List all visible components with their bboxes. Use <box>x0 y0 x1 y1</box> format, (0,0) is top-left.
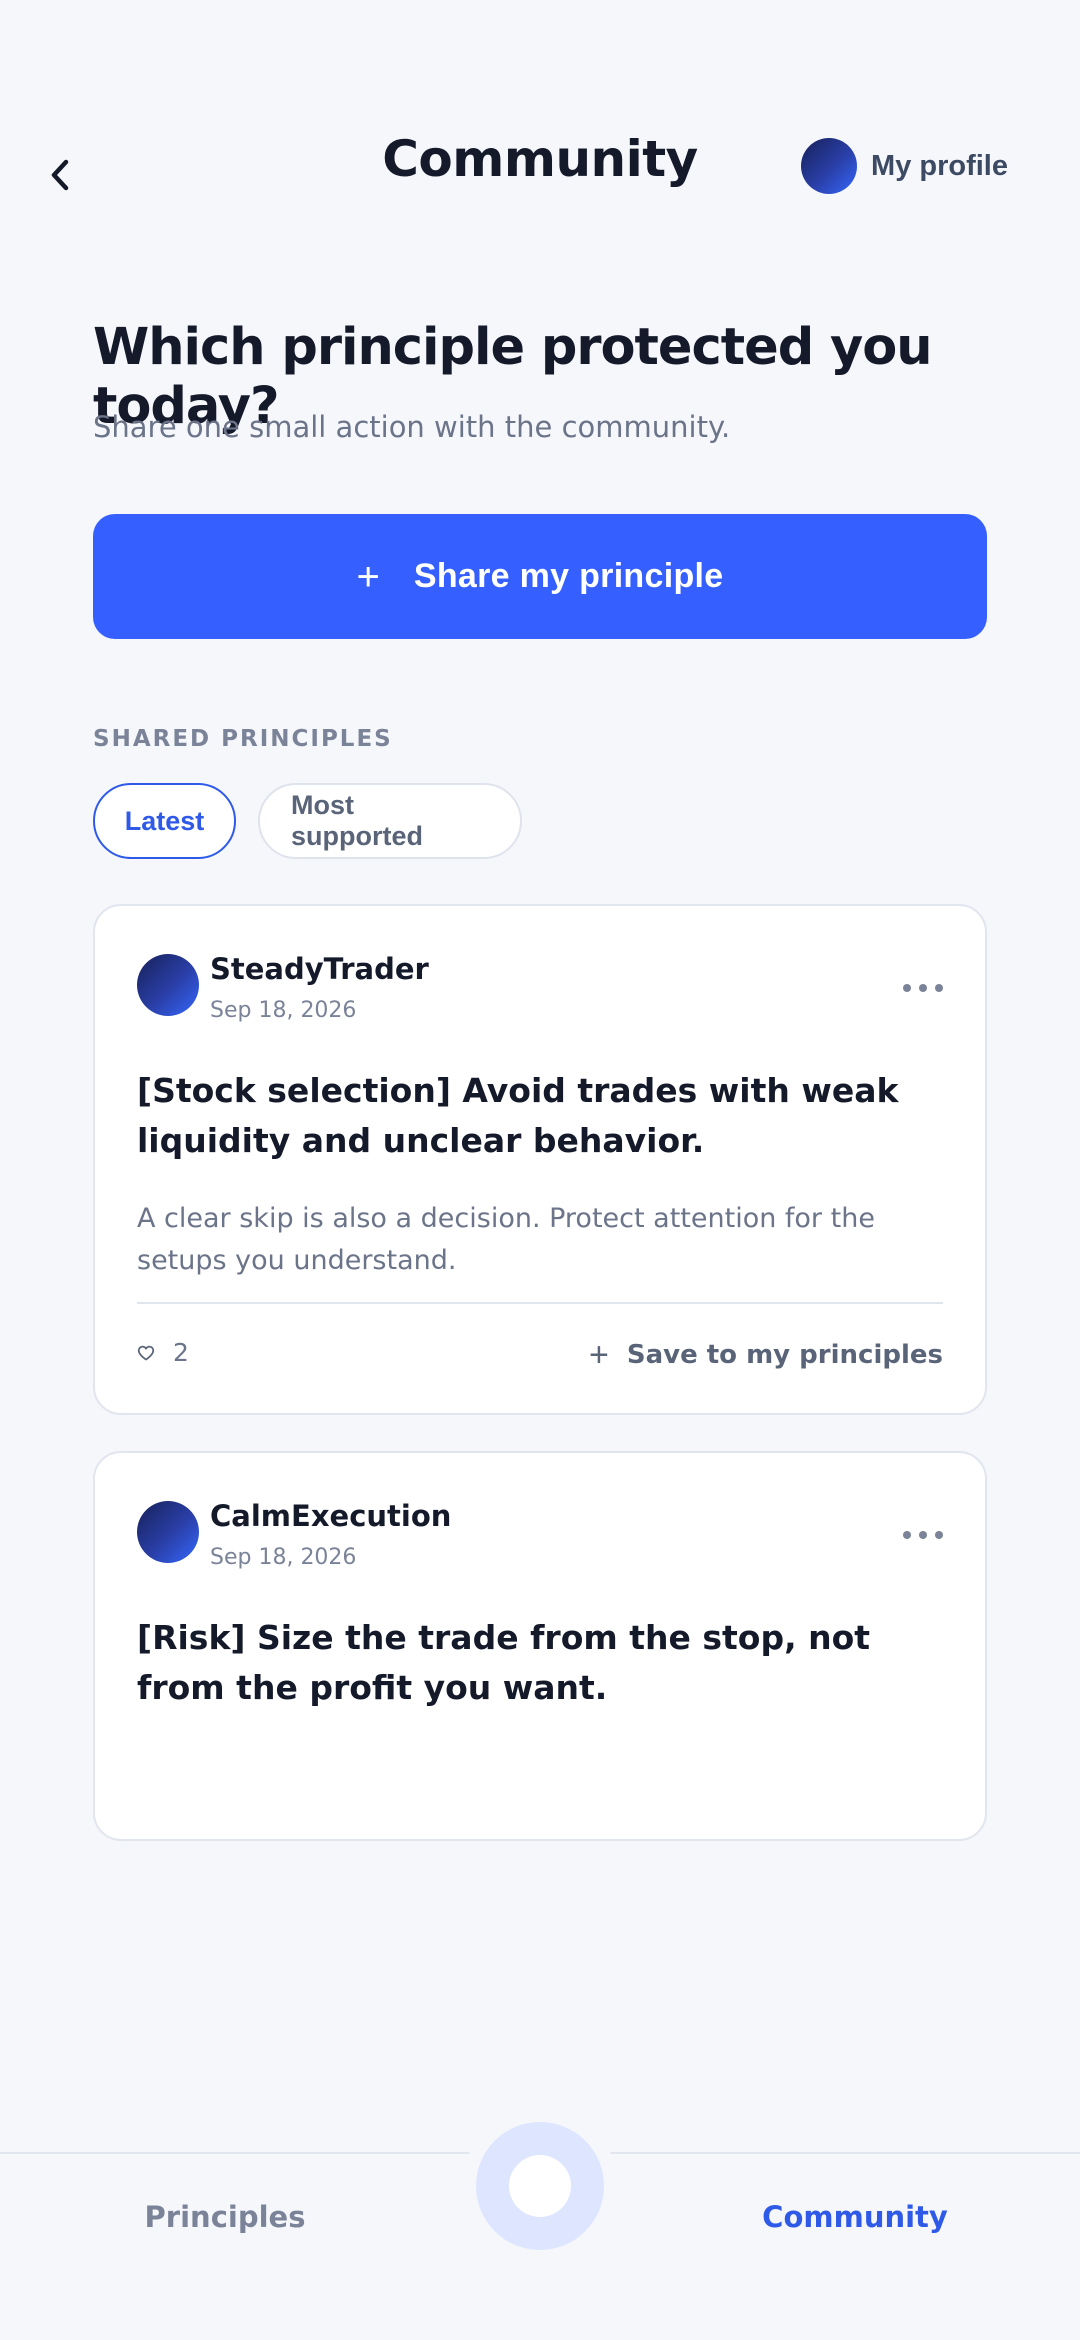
plus-icon: + <box>356 554 380 599</box>
hero-subtitle: Share one small action with the communit… <box>93 410 731 444</box>
divider <box>137 1302 943 1304</box>
avatar <box>137 954 199 1016</box>
more-options-icon[interactable] <box>903 1527 943 1543</box>
nav-principles[interactable]: Principles <box>75 2200 375 2234</box>
filter-tabs: Latest Most supported <box>93 783 522 859</box>
community-screen: Community My profile Which principle pro… <box>0 0 1080 2340</box>
save-label: Save to my principles <box>626 1340 943 1370</box>
save-to-principles-button[interactable]: + Save to my principles <box>589 1338 943 1372</box>
post-card[interactable]: CalmExecution Sep 18, 2026 [Risk] Size t… <box>93 1451 987 1841</box>
like-button[interactable]: 2 <box>137 1338 189 1367</box>
profile-label: My profile <box>871 149 1008 182</box>
like-count: 2 <box>173 1338 189 1367</box>
section-label: SHARED PRINCIPLES <box>93 726 393 752</box>
my-profile-button[interactable]: My profile <box>801 138 1008 194</box>
filter-latest[interactable]: Latest <box>93 783 236 859</box>
nav-community[interactable]: Community <box>705 2200 1005 2234</box>
post-title: [Stock selection] Avoid trades with weak… <box>137 1071 899 1160</box>
post-date: Sep 18, 2026 <box>210 998 357 1023</box>
post-author: SteadyTrader <box>210 952 429 986</box>
center-action-button[interactable] <box>476 2122 604 2250</box>
post-card[interactable]: SteadyTrader Sep 18, 2026 [Stock selecti… <box>93 904 987 1415</box>
share-principle-button[interactable]: + Share my principle <box>93 514 987 639</box>
avatar <box>801 138 858 194</box>
plus-icon: + <box>588 1336 609 1374</box>
avatar <box>137 1501 199 1563</box>
post-date: Sep 18, 2026 <box>210 1545 357 1570</box>
heart-icon <box>137 1345 155 1360</box>
post-author: CalmExecution <box>210 1499 452 1533</box>
share-button-label: Share my principle <box>413 557 724 595</box>
circle-icon <box>509 2155 571 2217</box>
more-options-icon[interactable] <box>903 980 943 996</box>
back-button[interactable] <box>40 150 80 200</box>
filter-most-supported[interactable]: Most supported <box>258 783 522 859</box>
chevron-left-icon <box>51 159 69 191</box>
post-title: [Risk] Size the trade from the stop, not… <box>137 1618 871 1707</box>
post-body: A clear skip is also a decision. Protect… <box>137 1203 875 1276</box>
